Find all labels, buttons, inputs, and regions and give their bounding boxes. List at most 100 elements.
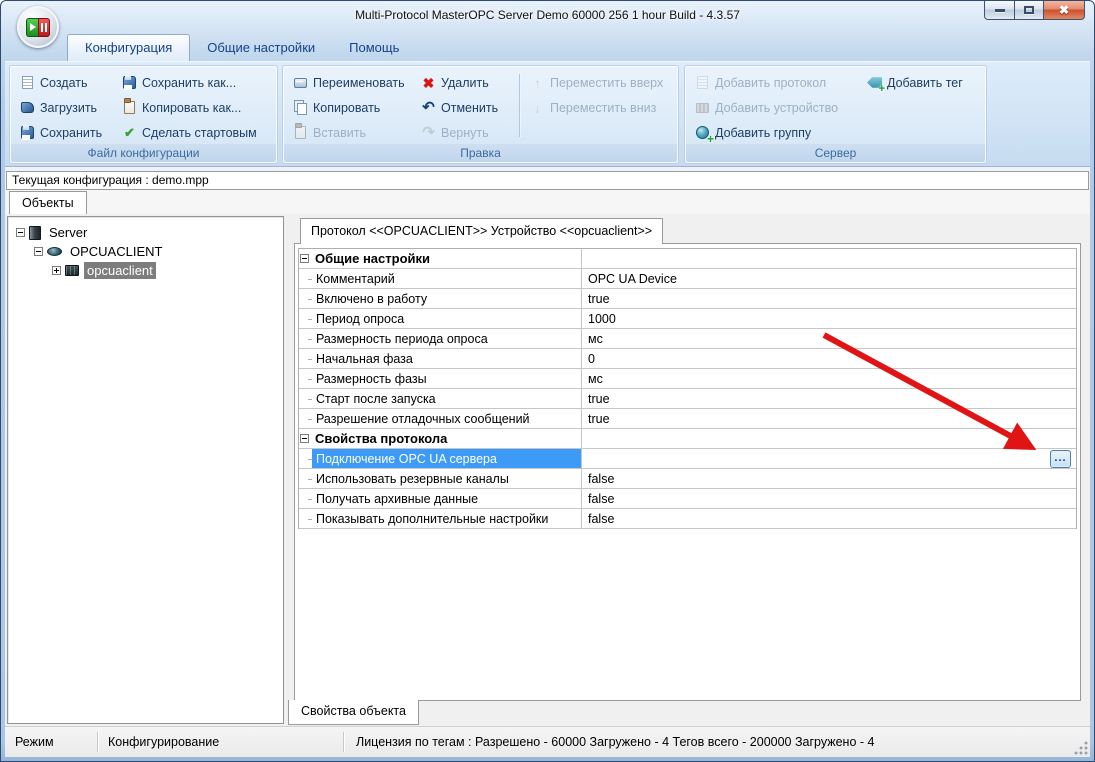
status-mode-label: Режим [5,735,97,749]
collapse-icon[interactable] [300,434,309,443]
add-tag-button[interactable]: Добавить тег [865,70,965,95]
main-area: Server OPCUACLIENT opcuaclient Протокол … [5,214,1090,728]
tab-general-settings[interactable]: Общие настройки [190,35,332,61]
load-icon [21,102,34,113]
save-icon [21,126,34,139]
property-row[interactable]: Получать архивные данные false [299,489,1076,509]
add-device-button[interactable]: Добавить устройство [693,95,865,120]
category-row[interactable]: Общие настройки [299,249,1076,269]
collapse-icon[interactable] [34,247,43,256]
undo-button[interactable]: ↶Отменить [419,95,515,120]
tree-item-opcuaclient-protocol[interactable]: OPCUACLIENT [8,242,283,261]
property-row[interactable]: Использовать резервные каналы false [299,469,1076,489]
save-button[interactable]: Сохранить [18,120,120,145]
property-panel: Общие настройки Комментарий OPC UA Devic… [294,243,1081,701]
group-caption-config-file: Файл конфигурации [11,144,276,162]
app-window: Multi-Protocol MasterOPC Server Demo 600… [0,0,1095,762]
tab-help[interactable]: Помощь [332,35,416,61]
ribbon-group-config-file: Создать Загрузить Сохранить Сохранить ка… [9,65,278,164]
property-row[interactable]: Разрешение отладочных сообщений true [299,409,1076,429]
redo-button[interactable]: ↷Вернуть [419,120,515,145]
make-startup-button[interactable]: ✔Сделать стартовым [120,120,259,145]
tab-configuration[interactable]: Конфигурация [67,34,190,61]
group-caption-server: Сервер [686,144,985,162]
add-device-icon [696,103,709,113]
browse-ellipsis-button[interactable]: ... [1050,450,1071,468]
paste-icon [295,126,306,139]
title-bar: Multi-Protocol MasterOPC Server Demo 600… [1,1,1094,31]
rename-icon [294,78,307,88]
save-as-icon [123,76,136,89]
rename-button[interactable]: Переименовать [291,70,419,95]
add-protocol-icon [697,76,708,89]
delete-button[interactable]: ✖Удалить [419,70,515,95]
maximize-icon [1024,6,1034,14]
tree-item-server[interactable]: Server [8,223,283,242]
move-up-button[interactable]: ↑Переместить вверх [528,70,665,95]
current-configuration-bar: Текущая конфигурация : demo.mpp [6,171,1089,190]
copy-icon [294,101,308,115]
create-button[interactable]: Создать [18,70,120,95]
minimize-icon [995,9,1005,12]
save-as-button[interactable]: Сохранить как... [120,70,259,95]
server-icon [29,226,41,240]
add-protocol-button[interactable]: Добавить протокол [693,70,865,95]
copy-as-button[interactable]: Копировать как... [120,95,259,120]
add-group-button[interactable]: Добавить группу [693,120,865,145]
property-row[interactable]: Период опроса 1000 [299,309,1076,329]
status-mode-value: Конфигурирование [98,735,343,749]
play-pause-icon [26,18,50,37]
close-icon: ✖ [1059,4,1069,16]
objects-tabstrip: Объекты [6,190,1089,214]
category-row[interactable]: Свойства протокола [299,429,1076,449]
collapse-icon[interactable] [16,228,25,237]
caption-buttons: ✖ [984,1,1085,20]
undo-icon: ↶ [421,100,436,115]
device-icon [65,265,79,276]
property-row[interactable]: Показывать дополнительные настройки fals… [299,509,1076,529]
add-group-icon [696,126,709,139]
new-document-icon [22,76,33,89]
paste-button[interactable]: Вставить [291,120,419,145]
ribbon-group-edit: Переименовать Копировать Вставить ✖Удали… [282,65,679,164]
collapse-icon[interactable] [300,254,309,263]
group-caption-edit: Правка [284,144,677,162]
resize-grip-icon[interactable] [1074,741,1088,755]
close-button[interactable]: ✖ [1043,1,1085,20]
load-button[interactable]: Загрузить [18,95,120,120]
delete-icon: ✖ [421,75,436,90]
maximize-button[interactable] [1015,1,1043,20]
tree-item-opcuaclient-device[interactable]: opcuaclient [8,261,283,280]
move-down-button[interactable]: ↓Переместить вниз [528,95,665,120]
property-row[interactable]: Размерность периода опроса мс [299,329,1076,349]
property-row[interactable]: Старт после запуска true [299,389,1076,409]
arrow-down-icon: ↓ [530,100,545,115]
property-grid: Общие настройки Комментарий OPC UA Devic… [298,248,1077,529]
app-menu-button[interactable] [17,6,59,48]
ribbon-group-server: Добавить протокол Добавить устройство До… [684,65,987,164]
expand-icon[interactable] [52,266,61,275]
property-row[interactable]: Размерность фазы мс [299,369,1076,389]
tab-object-properties[interactable]: Свойства объекта [288,700,419,725]
property-row[interactable]: Включено в работу true [299,289,1076,309]
tab-objects[interactable]: Объекты [9,191,87,214]
redo-icon: ↷ [421,125,436,140]
property-row[interactable]: Комментарий OPC UA Device [299,269,1076,289]
check-icon: ✔ [122,125,137,140]
tab-protocol-device[interactable]: Протокол <<OPCUACLIENT>> Устройство <<op… [300,218,663,244]
status-bar: Режим Конфигурирование Лицензия по тегам… [5,726,1090,757]
property-row[interactable]: Начальная фаза 0 [299,349,1076,369]
ribbon-tabstrip: Конфигурация Общие настройки Помощь [5,32,1090,61]
property-area: Протокол <<OPCUACLIENT>> Устройство <<op… [288,214,1087,728]
arrow-up-icon: ↑ [530,75,545,90]
status-license-info: Лицензия по тегам : Разрешено - 60000 За… [344,735,884,749]
window-title: Multi-Protocol MasterOPC Server Demo 600… [121,8,974,22]
object-tree: Server OPCUACLIENT opcuaclient [7,216,284,724]
protocol-icon [47,247,62,256]
minimize-button[interactable] [984,1,1015,20]
copy-button[interactable]: Копировать [291,95,419,120]
ribbon: Создать Загрузить Сохранить Сохранить ка… [5,61,1090,167]
property-row-selected[interactable]: Подключение OPC UA сервера ... [299,449,1076,469]
clipboard-icon [124,101,135,114]
add-tag-icon [868,77,881,89]
